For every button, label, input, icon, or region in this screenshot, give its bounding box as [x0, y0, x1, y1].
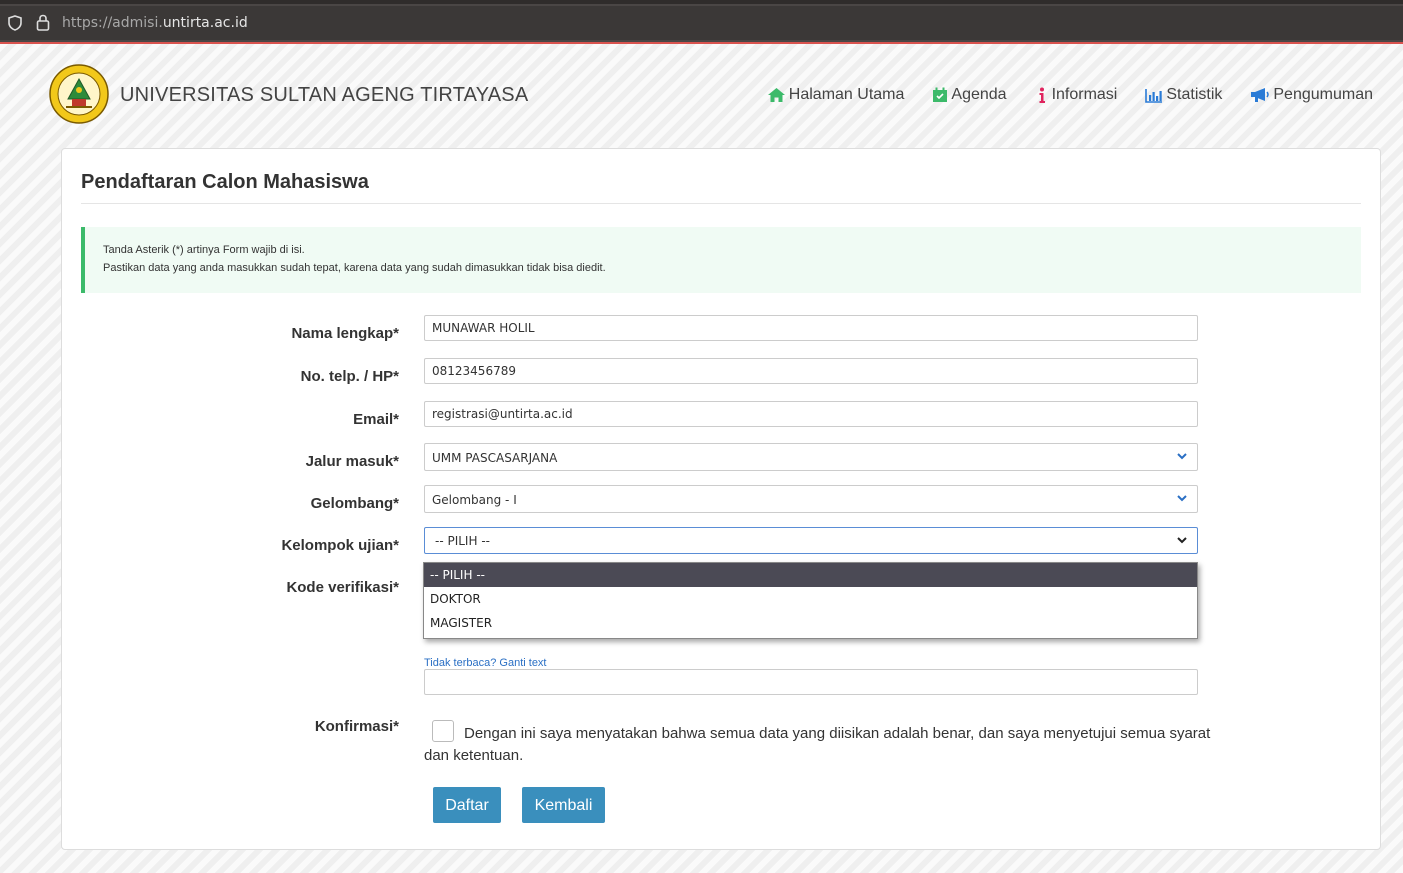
- address-bar[interactable]: https://admisi.untirta.ac.id: [0, 6, 1403, 40]
- main-nav: Halaman Utama Agenda Informasi Statistik…: [739, 86, 1373, 104]
- nav-label: Informasi: [1051, 86, 1118, 103]
- nav-statistik[interactable]: Statistik: [1145, 86, 1222, 104]
- divider: [81, 203, 1361, 204]
- kembali-button[interactable]: Kembali: [522, 787, 605, 823]
- nama-label: Nama lengkap*: [291, 325, 399, 342]
- browser-tab-strip: [0, 0, 1403, 4]
- gelombang-select[interactable]: Gelombang - I: [424, 485, 1198, 513]
- chevron-down-icon: [1177, 453, 1187, 460]
- kelompok-value: -- PILIH --: [435, 534, 490, 548]
- shield-icon[interactable]: [8, 15, 22, 31]
- university-name: UNIVERSITAS SULTAN AGENG TIRTAYASA: [120, 84, 529, 106]
- nama-input[interactable]: MUNAWAR HOLIL: [424, 315, 1198, 341]
- kode-input[interactable]: [424, 669, 1198, 695]
- site-header: UNIVERSITAS SULTAN AGENG TIRTAYASA Halam…: [0, 44, 1403, 144]
- kelompok-label: Kelompok ujian*: [281, 537, 399, 554]
- telp-input[interactable]: 08123456789: [424, 358, 1198, 384]
- daftar-button[interactable]: Daftar: [433, 787, 501, 823]
- kode-label: Kode verifikasi*: [286, 579, 399, 596]
- nav-label: Pengumuman: [1273, 86, 1373, 103]
- gelombang-value: Gelombang - I: [432, 493, 517, 507]
- dropdown-option-doktor[interactable]: DOKTOR: [424, 587, 1197, 611]
- lock-icon[interactable]: [36, 14, 50, 31]
- notice-box: Tanda Asterik (*) artinya Form wajib di …: [81, 227, 1361, 293]
- gelombang-label: Gelombang*: [310, 495, 399, 512]
- nav-informasi[interactable]: Informasi: [1035, 86, 1118, 104]
- registration-card: Pendaftaran Calon Mahasiswa Tanda Asteri…: [61, 148, 1381, 850]
- notice-line-1: Tanda Asterik (*) artinya Form wajib di …: [103, 244, 305, 256]
- nav-agenda[interactable]: Agenda: [932, 86, 1007, 104]
- kelompok-select[interactable]: -- PILIH --: [424, 527, 1198, 554]
- notice-line-2: Pastikan data yang anda masukkan sudah t…: [103, 262, 606, 274]
- email-input[interactable]: registrasi@untirta.ac.id: [424, 401, 1198, 427]
- jalur-select[interactable]: UMM PASCASARJANA: [424, 443, 1198, 471]
- page: UNIVERSITAS SULTAN AGENG TIRTAYASA Halam…: [0, 44, 1403, 873]
- url-protocol: https://admisi.: [62, 15, 163, 31]
- kelompok-dropdown-list: -- PILIH -- DOKTOR MAGISTER: [423, 562, 1198, 639]
- nav-halaman-utama[interactable]: Halaman Utama: [767, 86, 905, 104]
- konfirmasi-text: Dengan ini saya menyatakan bahwa semua d…: [424, 725, 1211, 764]
- nav-label: Statistik: [1166, 86, 1223, 103]
- home-icon: [767, 88, 785, 102]
- dropdown-option-magister[interactable]: MAGISTER: [424, 611, 1197, 635]
- url-domain: untirta.ac.id: [162, 15, 248, 31]
- telp-label: No. telp. / HP*: [300, 368, 399, 385]
- reload-captcha-link[interactable]: Tidak terbaca? Ganti text: [424, 657, 547, 669]
- email-label: Email*: [353, 411, 399, 428]
- konfirmasi-checkbox[interactable]: [432, 720, 454, 742]
- nav-pengumuman[interactable]: Pengumuman: [1250, 86, 1373, 104]
- chevron-down-icon: [1177, 495, 1187, 502]
- university-logo[interactable]: [48, 63, 110, 125]
- url-text[interactable]: https://admisi.untirta.ac.id: [62, 15, 248, 31]
- megaphone-icon: [1251, 88, 1270, 102]
- chevron-down-icon: [1177, 537, 1187, 544]
- dropdown-option-pilih[interactable]: -- PILIH --: [424, 563, 1197, 587]
- jalur-value: UMM PASCASARJANA: [432, 451, 558, 465]
- nav-label: Halaman Utama: [788, 86, 905, 103]
- info-icon: [1039, 87, 1045, 103]
- nav-label: Agenda: [951, 86, 1007, 103]
- calendar-icon: [933, 87, 948, 102]
- konfirmasi-label: Konfirmasi*: [314, 718, 399, 735]
- bar-chart-icon: [1145, 88, 1163, 103]
- page-title: Pendaftaran Calon Mahasiswa: [81, 171, 369, 193]
- browser-toolbar: https://admisi.untirta.ac.id: [0, 0, 1403, 44]
- jalur-label: Jalur masuk*: [305, 453, 399, 470]
